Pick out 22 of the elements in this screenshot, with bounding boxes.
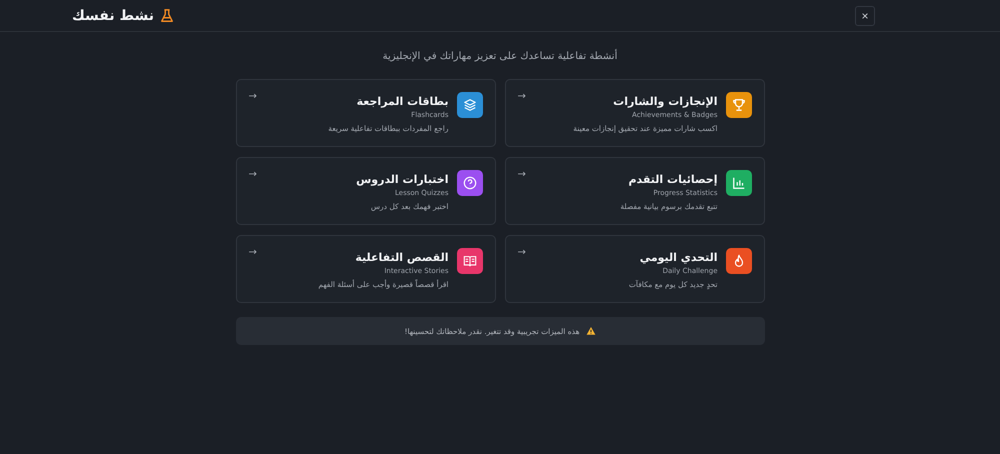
- question-icon: [462, 176, 476, 190]
- flask-icon: [160, 8, 174, 24]
- card-title: اختبارات الدروس: [355, 173, 448, 186]
- card-title: التحدي اليومي: [638, 251, 718, 264]
- trophy-icon: [732, 98, 746, 112]
- page-title: نشط نفسك: [72, 8, 154, 24]
- card-title: إحصائيات التقدم: [627, 173, 718, 186]
- arrow-icon: →: [248, 170, 257, 180]
- layers-icon: [462, 98, 476, 112]
- warning-icon: [586, 326, 596, 336]
- arrow-icon: →: [518, 248, 526, 258]
- bar-chart-icon: [732, 176, 746, 190]
- subtitle: أنشطة تفاعلية تساعدك على تعزيز مهاراتك في الإنجليزية: [382, 51, 618, 62]
- arrow-icon: →: [248, 248, 257, 258]
- card-title: الإنجازات والشارات: [612, 95, 718, 108]
- close-button[interactable]: ×: [855, 6, 875, 26]
- card-title: بطاقات المراجعة: [356, 95, 448, 108]
- arrow-icon: →: [518, 170, 526, 180]
- arrow-icon: →: [518, 92, 526, 102]
- arrow-icon: →: [248, 92, 257, 102]
- card-title: القصص التفاعلية: [354, 251, 448, 264]
- book-icon: [462, 254, 476, 268]
